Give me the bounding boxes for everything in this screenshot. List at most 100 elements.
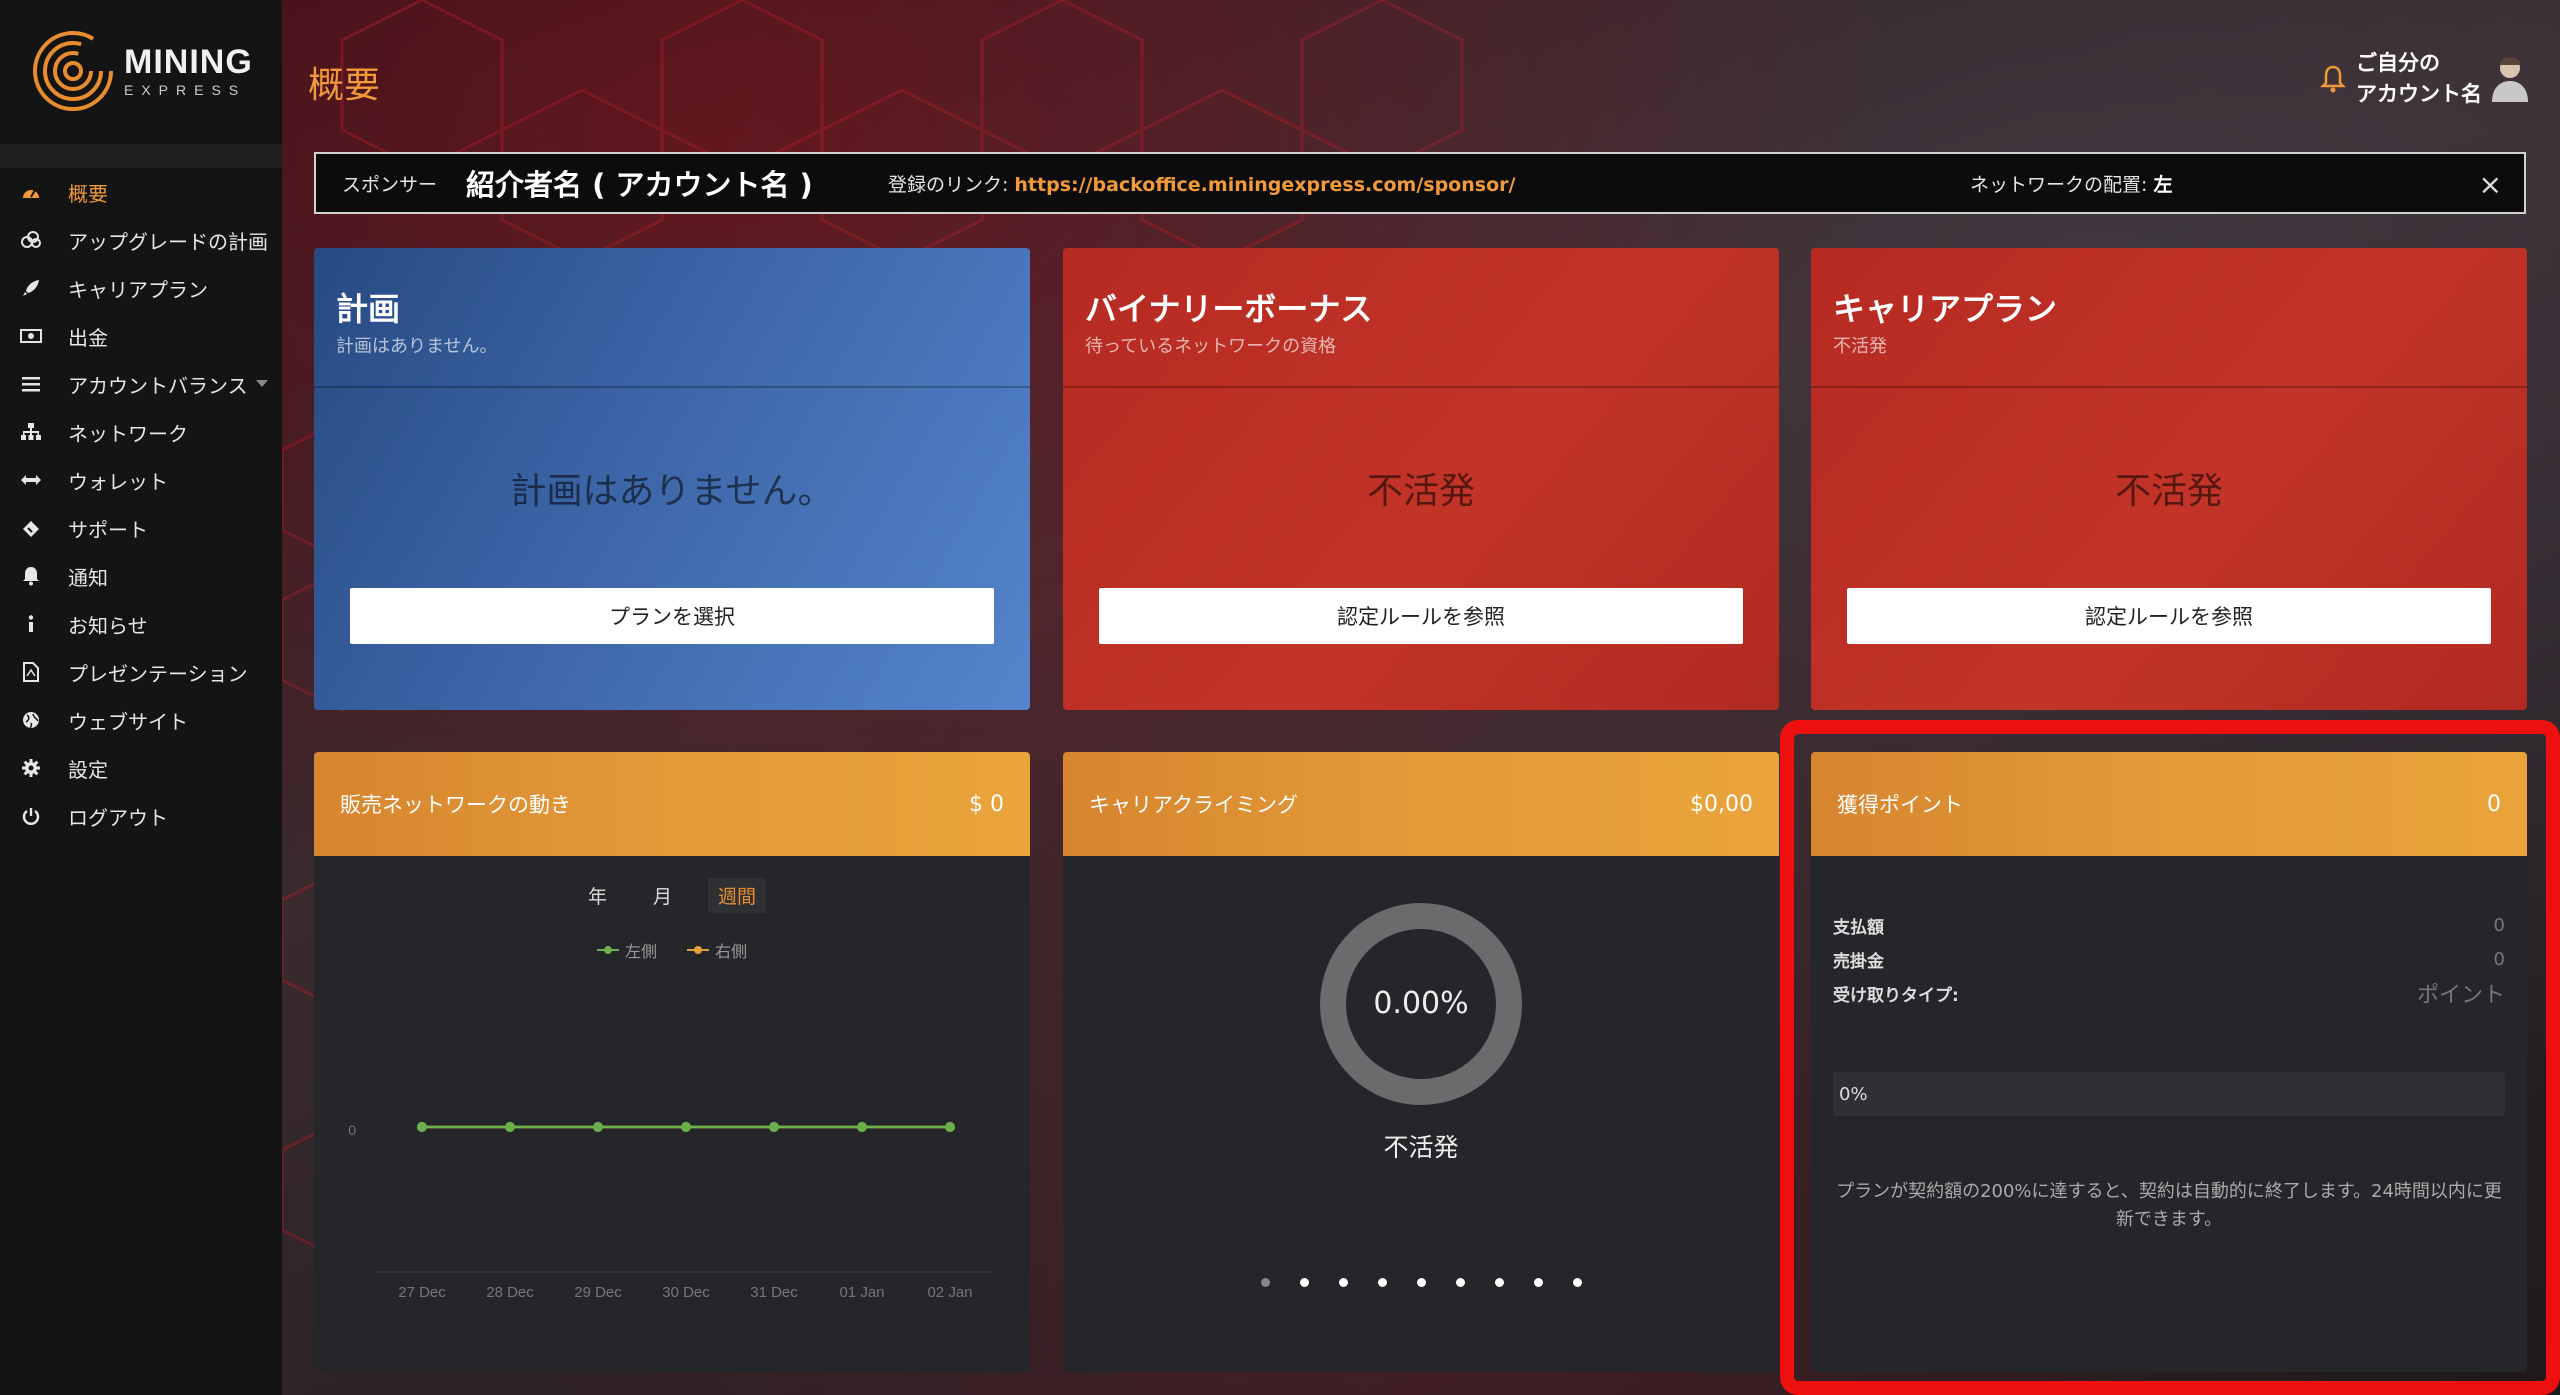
- legend-label-right: 右側: [715, 942, 748, 961]
- power-icon: [20, 805, 42, 827]
- binary-bonus-card-status: 不活発: [1366, 471, 1475, 512]
- sidebar-item-overview[interactable]: 概要: [0, 168, 282, 216]
- carousel-dot[interactable]: [1455, 1278, 1465, 1287]
- sidebar-item-wallet[interactable]: ウォレット: [0, 456, 282, 504]
- sponsor-bar: スポンサー 紹介者名 ( アカウント名 ) 登録のリンク: https://bac…: [314, 152, 2526, 214]
- binary-rules-button[interactable]: 認定ルールを参照: [1099, 588, 1743, 644]
- career-plan-card-header: キャリアプラン 不活発: [1811, 248, 2527, 388]
- data-point[interactable]: [593, 1122, 603, 1132]
- sidebar-item-label: ネットワーク: [68, 421, 188, 446]
- career-climbing-card: キャリアクライミング $0,00 0.00% 不活発: [1063, 752, 1779, 1372]
- legend-item-left[interactable]: 左側: [596, 938, 657, 962]
- y-tick-label: 0: [348, 1122, 356, 1138]
- money-icon: [20, 325, 42, 347]
- data-point[interactable]: [945, 1122, 955, 1132]
- sidebar: MINING EXPRESS 概要 アップグレードの計画 キャリアプラン 出金 …: [0, 0, 282, 1395]
- binary-bonus-card-subtitle: 待っているネットワークの資格: [1085, 336, 1337, 357]
- chart-legend: 左側 右側: [314, 938, 1030, 962]
- sidebar-nav: 概要 アップグレードの計画 キャリアプラン 出金 アカウントバランス ネットワー…: [0, 168, 282, 840]
- data-point[interactable]: [681, 1122, 691, 1132]
- sidebar-item-settings[interactable]: 設定: [0, 744, 282, 792]
- sidebar-item-label: アカウントバランス: [68, 373, 248, 398]
- x-tick-label: 30 Dec: [662, 1284, 710, 1301]
- pdf-icon: [20, 661, 42, 683]
- carousel-dot[interactable]: [1533, 1278, 1543, 1287]
- sidebar-item-support[interactable]: サポート: [0, 504, 282, 552]
- data-point[interactable]: [857, 1122, 867, 1132]
- sales-network-title: 販売ネットワークの動き: [340, 793, 571, 817]
- career-climbing-header: キャリアクライミング $0,00: [1063, 752, 1779, 856]
- carousel-dot[interactable]: [1338, 1278, 1348, 1287]
- account-name[interactable]: ご自分の アカウント名: [2356, 48, 2482, 110]
- career-plan-card-title: キャリアプラン: [1833, 290, 2058, 328]
- sidebar-item-website[interactable]: ウェブサイト: [0, 696, 282, 744]
- sidebar-divider: [0, 144, 282, 168]
- tab-month[interactable]: 月: [643, 878, 682, 913]
- sidebar-item-news[interactable]: お知らせ: [0, 600, 282, 648]
- network-placement: ネットワークの配置: 左: [1970, 170, 2172, 197]
- career-climbing-title: キャリアクライミング: [1089, 793, 1298, 817]
- sales-network-header: 販売ネットワークの動き $ 0: [314, 752, 1030, 856]
- career-rules-button[interactable]: 認定ルールを参照: [1847, 588, 2491, 644]
- plan-card-status: 計画はありません。: [510, 471, 834, 512]
- user-menu[interactable]: ご自分の アカウント名: [2320, 48, 2530, 110]
- select-plan-button[interactable]: プランを選択: [350, 588, 994, 644]
- plan-card-subtitle: 計画はありません。: [336, 336, 498, 357]
- avatar[interactable]: [2490, 54, 2530, 104]
- carousel-dots: [1063, 1278, 1779, 1287]
- sidebar-item-presentation[interactable]: プレゼンテーション: [0, 648, 282, 696]
- sponsor-referrer: 紹介者名 ( アカウント名 ): [466, 168, 813, 202]
- plan-card-header: 計画 計画はありません。: [314, 248, 1030, 388]
- carousel-dot[interactable]: [1572, 1278, 1582, 1287]
- notification-bell-icon[interactable]: [2320, 64, 2346, 94]
- legend-item-right[interactable]: 右側: [687, 938, 747, 962]
- x-tick-label: 31 Dec: [750, 1284, 798, 1301]
- ticket-icon: [20, 517, 42, 539]
- career-climbing-status: 不活発: [1383, 1133, 1459, 1162]
- tab-year[interactable]: 年: [578, 878, 617, 913]
- sidebar-item-label: ウェブサイト: [68, 709, 188, 734]
- chevron-down-icon: [256, 380, 268, 387]
- data-point[interactable]: [417, 1122, 427, 1132]
- coins-icon: [20, 229, 42, 251]
- sidebar-item-logout[interactable]: ログアウト: [0, 792, 282, 840]
- close-icon[interactable]: ×: [2479, 168, 2502, 201]
- sidebar-item-label: 通知: [68, 565, 108, 590]
- sidebar-item-upgrade-plan[interactable]: アップグレードの計画: [0, 216, 282, 264]
- x-tick-label: 01 Jan: [839, 1284, 884, 1301]
- sidebar-item-notifications[interactable]: 通知: [0, 552, 282, 600]
- registration-link-group: 登録のリンク: https://backoffice.miningexpress.…: [888, 170, 1515, 197]
- carousel-dot[interactable]: [1494, 1278, 1504, 1287]
- sponsor-label: スポンサー: [342, 173, 438, 196]
- carousel-dot[interactable]: [1416, 1278, 1426, 1287]
- sidebar-item-withdrawal[interactable]: 出金: [0, 312, 282, 360]
- career-plan-card: キャリアプラン 不活発 不活発 認定ルールを参照: [1811, 248, 2527, 710]
- registration-link[interactable]: https://backoffice.miningexpress.com/spo…: [1014, 174, 1515, 196]
- brand-name: MINING: [124, 43, 253, 81]
- rocket-icon: [20, 277, 42, 299]
- transfer-icon: [20, 469, 42, 491]
- list-icon: [20, 373, 42, 395]
- sidebar-item-label: 出金: [68, 325, 108, 350]
- sidebar-item-network[interactable]: ネットワーク: [0, 408, 282, 456]
- carousel-dot[interactable]: [1299, 1278, 1309, 1287]
- sidebar-item-label: ウォレット: [68, 469, 168, 494]
- carousel-dot[interactable]: [1260, 1278, 1270, 1287]
- sidebar-item-label: キャリアプラン: [68, 277, 208, 302]
- carousel-dot[interactable]: [1377, 1278, 1387, 1287]
- highlight-box: [1780, 720, 2560, 1395]
- network-placement-value: 左: [2153, 173, 2173, 196]
- info-icon: [20, 613, 42, 635]
- tab-week[interactable]: 週間: [708, 878, 767, 913]
- data-point[interactable]: [769, 1122, 779, 1132]
- mining-express-logo-icon: [33, 31, 113, 111]
- x-tick-label: 27 Dec: [398, 1284, 446, 1301]
- x-tick-label: 28 Dec: [486, 1284, 534, 1301]
- sidebar-item-account-balance[interactable]: アカウントバランス: [0, 360, 282, 408]
- brand-logo[interactable]: MINING EXPRESS: [30, 26, 260, 116]
- career-plan-card-status: 不活発: [2114, 471, 2223, 512]
- data-point[interactable]: [505, 1122, 515, 1132]
- sidebar-item-career-plan[interactable]: キャリアプラン: [0, 264, 282, 312]
- sales-network-chart: 0 27 Dec 28 Dec 29 Dec 30 Dec 31 Dec 01 Jan 02 …: [348, 1122, 994, 1301]
- binary-bonus-card-title: バイナリーボーナス: [1085, 290, 1373, 328]
